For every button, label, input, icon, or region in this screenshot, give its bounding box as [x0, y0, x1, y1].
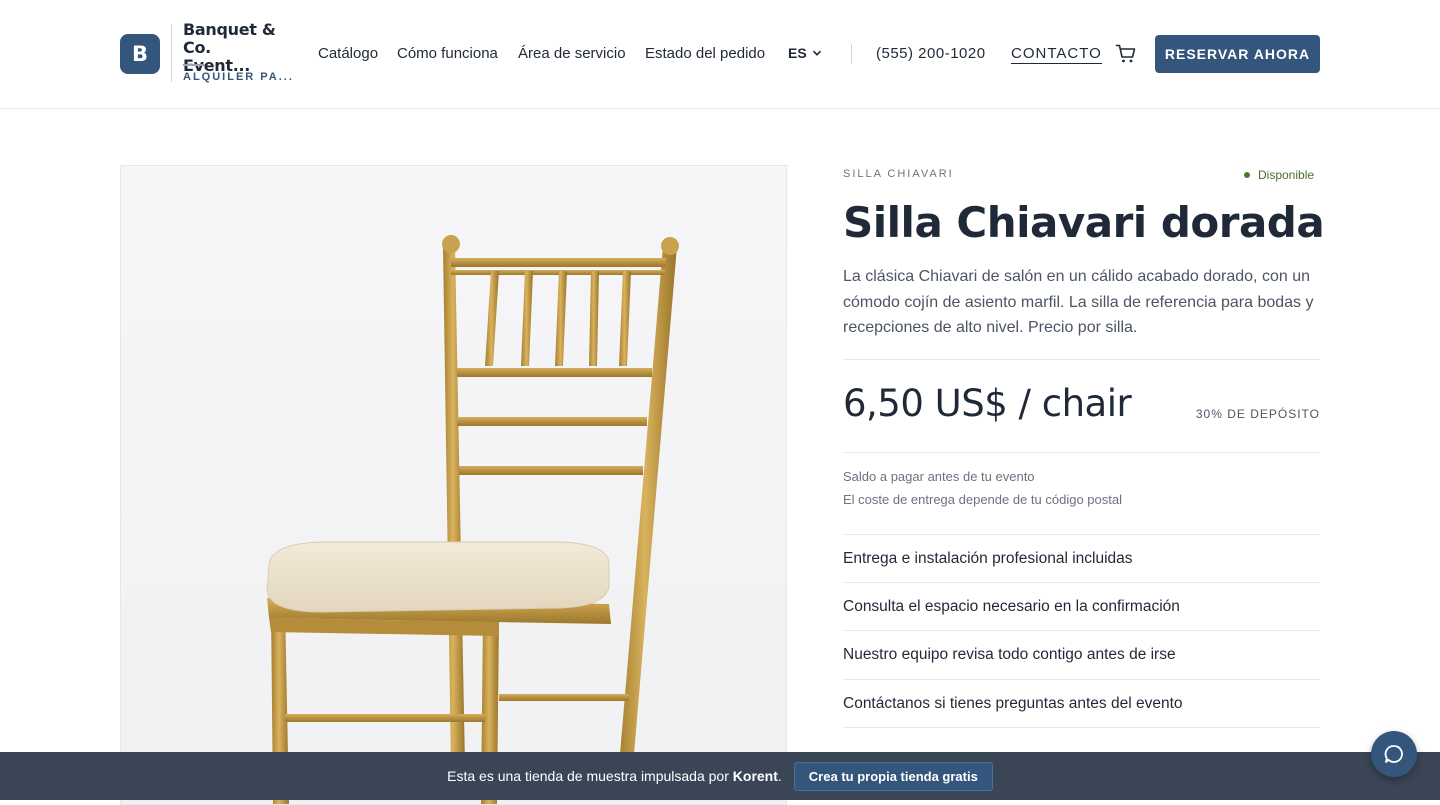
logo-badge[interactable]: B [120, 34, 160, 74]
divider [843, 630, 1320, 631]
divider [843, 534, 1320, 535]
language-selector[interactable]: ES [788, 45, 822, 61]
chat-icon [1384, 745, 1403, 763]
gold-chiavari-chair-illustration [266, 235, 679, 804]
sample-store-banner: Esta es una tienda de muestra impulsada … [0, 752, 1440, 800]
availability-status: Disponible [1244, 168, 1314, 182]
chevron-down-icon [812, 50, 821, 56]
product-image [120, 165, 787, 805]
divider [843, 582, 1320, 583]
divider [843, 679, 1320, 680]
availability-dot-icon [1244, 172, 1250, 178]
brand-underline [183, 64, 205, 66]
cart-icon[interactable] [1115, 43, 1137, 65]
nav-link-catalog[interactable]: Catálogo [318, 45, 378, 62]
divider [843, 452, 1320, 453]
product-category: SILLA CHIAVARI [843, 168, 954, 180]
nav-link-service-area[interactable]: Área de servicio [518, 45, 626, 62]
nav-link-how-it-works[interactable]: Cómo funciona [397, 45, 498, 62]
brand-tagline: ALQUILER PA... [183, 71, 294, 83]
deposit-label: 30% DE DEPÓSITO [1195, 407, 1320, 421]
brand-name[interactable]: Banquet & Co. Event... [183, 21, 283, 75]
availability-label: Disponible [1258, 168, 1315, 182]
product-description: La clásica Chiavari de salón en un cálid… [843, 268, 1314, 336]
create-store-button[interactable]: Crea tu propia tienda gratis [793, 761, 993, 791]
contact-link[interactable]: CONTACTO [1011, 45, 1102, 64]
product-title: Silla Chiavari dorada [843, 198, 1325, 247]
feature-item: Nuestro equipo revisa todo contigo antes… [843, 646, 1176, 663]
banner-text-suffix: . [777, 768, 782, 784]
balance-note: Saldo a pagar antes de tu evento [843, 469, 1035, 484]
language-label: ES [788, 45, 807, 61]
site-header: B Banquet & Co. Event... ALQUILER PA... … [0, 0, 1440, 109]
feature-item: Consulta el espacio necesario en la conf… [843, 598, 1180, 615]
product-price: 6,50 US$ / chair [843, 382, 1132, 425]
divider [843, 727, 1320, 728]
divider [843, 359, 1320, 360]
delivery-cost-note: El coste de entrega depende de tu código… [843, 492, 1122, 507]
banner-text: Esta es una tienda de muestra impulsada … [447, 768, 782, 784]
banner-brand: Korent [732, 768, 778, 784]
nav-separator [851, 44, 852, 64]
nav-link-order-status[interactable]: Estado del pedido [645, 45, 765, 62]
feature-item: Entrega e instalación profesional inclui… [843, 550, 1133, 567]
chat-button[interactable] [1371, 731, 1417, 777]
banner-text-prefix: Esta es una tienda de muestra impulsada … [447, 768, 729, 784]
reserve-now-button[interactable]: RESERVAR AHORA [1155, 35, 1320, 73]
feature-item: Contáctanos si tienes preguntas antes de… [843, 695, 1183, 712]
logo-divider [171, 24, 172, 82]
phone-link[interactable]: (555) 200-1020 [876, 45, 986, 62]
